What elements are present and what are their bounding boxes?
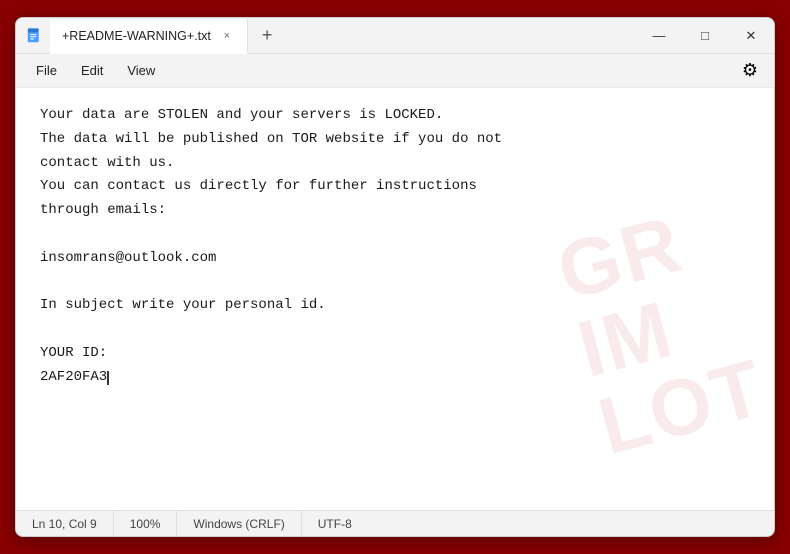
close-button[interactable]: ✕ [728,18,774,53]
maximize-button[interactable]: □ [682,18,728,53]
zoom-level: 100% [114,511,178,536]
file-menu[interactable]: File [24,59,69,82]
view-menu[interactable]: View [115,59,167,82]
file-text-content: Your data are STOLEN and your servers is… [40,104,750,390]
main-window: +README-WARNING+.txt × + — □ ✕ File Edit… [15,17,775,537]
line-ending: Windows (CRLF) [177,511,301,536]
status-bar: Ln 10, Col 9 100% Windows (CRLF) UTF-8 [16,510,774,536]
content-area[interactable]: GRIMLOT Your data are STOLEN and your se… [16,88,774,510]
new-tab-button[interactable]: + [248,18,287,53]
active-tab[interactable]: +README-WARNING+.txt × [50,19,248,54]
title-bar-left [16,18,50,53]
menu-bar: File Edit View ⚙ [16,54,774,88]
window-controls: — □ ✕ [636,18,774,53]
tab-close-button[interactable]: × [219,28,235,44]
edit-menu[interactable]: Edit [69,59,115,82]
encoding: UTF-8 [302,511,368,536]
text-cursor [107,371,109,385]
title-bar: +README-WARNING+.txt × + — □ ✕ [16,18,774,54]
tab-title: +README-WARNING+.txt [62,29,211,43]
settings-gear-icon[interactable]: ⚙ [734,55,766,87]
tabs-area: +README-WARNING+.txt × + [50,18,636,53]
app-icon [24,26,44,46]
cursor-position: Ln 10, Col 9 [16,511,114,536]
minimize-button[interactable]: — [636,18,682,53]
